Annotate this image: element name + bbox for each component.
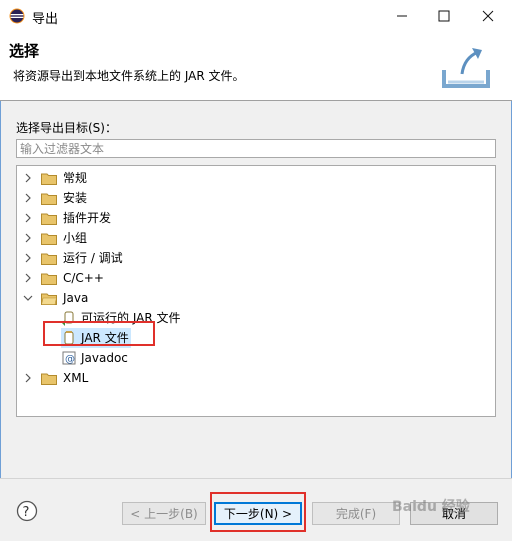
folder-open-icon (41, 293, 57, 305)
close-icon (482, 10, 494, 22)
maximize-icon (438, 10, 450, 22)
chevron-right-icon[interactable] (23, 213, 33, 223)
watermark: Baidu 经验 (392, 499, 470, 515)
maximize-button[interactable] (422, 0, 466, 32)
tree-item-label: 常规 (63, 171, 88, 185)
javadoc-icon: @ (62, 351, 76, 365)
back-button[interactable]: < 上一步(B) (122, 502, 206, 525)
wizard-header: 选择 将资源导出到本地文件系统上的 JAR 文件。 (0, 32, 512, 101)
chevron-down-icon[interactable] (23, 293, 33, 303)
folder-icon (41, 193, 57, 205)
tree-item-label: 运行 / 调试 (63, 251, 123, 265)
tree-item-label: Javadoc (81, 351, 128, 365)
svg-text:@: @ (65, 354, 75, 365)
folder-icon (41, 373, 57, 385)
folder-icon (41, 173, 57, 185)
tree-item-label: 安装 (63, 191, 88, 205)
tree-item-label: 插件开发 (63, 211, 112, 225)
eclipse-icon (9, 8, 25, 24)
folder-icon (41, 233, 57, 245)
help-icon[interactable]: ? (16, 500, 38, 522)
export-banner-icon (442, 48, 490, 88)
chevron-right-icon[interactable] (23, 253, 33, 263)
tree-item-label: XML (63, 371, 89, 385)
chevron-right-icon[interactable] (23, 173, 33, 183)
minimize-icon (397, 15, 407, 17)
title-bar: 导出 (0, 0, 512, 32)
annotation-highlight-jar (43, 321, 155, 346)
minimize-button[interactable] (380, 0, 424, 32)
folder-icon (41, 253, 57, 265)
filter-input[interactable]: 输入过滤器文本 (16, 139, 496, 158)
close-button[interactable] (466, 0, 510, 32)
finish-button[interactable]: 完成(F) (312, 502, 400, 525)
window-title: 导出 (32, 12, 59, 27)
chevron-right-icon[interactable] (23, 233, 33, 243)
wizard-tree[interactable]: 常规 安装 插件开发 小组 运行 / 调试 C/C++ Java 可运行的 JA… (16, 165, 496, 417)
page-description: 将资源导出到本地文件系统上的 JAR 文件。 (13, 69, 245, 83)
tree-item-label: Java (63, 291, 89, 305)
chevron-right-icon[interactable] (23, 273, 33, 283)
folder-icon (41, 273, 57, 285)
destination-label: 选择导出目标(S)： (16, 121, 117, 135)
tree-item-label: C/C++ (63, 271, 104, 285)
page-title: 选择 (9, 42, 40, 60)
chevron-right-icon[interactable] (23, 193, 33, 203)
svg-text:?: ? (23, 505, 30, 520)
folder-icon (41, 213, 57, 225)
tree-item-label: 小组 (63, 231, 88, 245)
annotation-highlight-next (210, 492, 306, 532)
chevron-right-icon[interactable] (23, 373, 33, 383)
